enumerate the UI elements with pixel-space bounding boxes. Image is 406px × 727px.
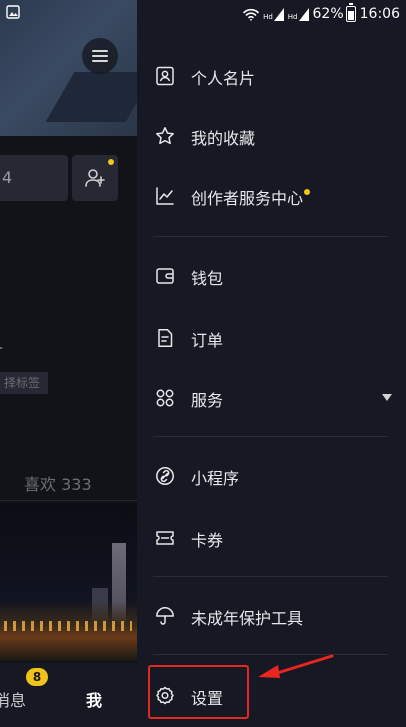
star-icon <box>156 127 174 145</box>
grid-flower-icon <box>156 389 174 407</box>
cover-graphic <box>45 72 137 122</box>
thumbnail-lights <box>4 621 132 631</box>
battery-percent: 62% <box>312 6 344 22</box>
menu-item-favorites[interactable]: 我的收藏 <box>137 110 406 162</box>
menu-label-minor-protection: 未成年保护工具 <box>191 609 304 628</box>
tab-likes[interactable]: 喜欢 333 <box>24 471 92 495</box>
menu-label-services: 服务 <box>191 391 224 410</box>
bio-text-fragment: - <box>0 340 3 356</box>
wifi-icon <box>243 8 259 21</box>
wallet-icon <box>156 268 174 284</box>
bottom-navigation: 消息 8 我 <box>0 663 137 727</box>
signal-1-indicator: Hd <box>263 7 284 21</box>
menu-label-business-card: 个人名片 <box>191 69 256 88</box>
ticket-icon <box>156 531 174 545</box>
gallery-notification-icon <box>6 5 20 19</box>
edit-profile-label-fragment: 4 <box>2 168 13 187</box>
annotation-arrow <box>258 654 334 678</box>
select-tag-chip[interactable]: 择标签 <box>0 372 49 394</box>
menu-item-services[interactable]: 服务 <box>137 372 406 424</box>
order-doc-icon <box>158 329 173 347</box>
notification-dot <box>108 159 114 165</box>
add-user-icon <box>85 169 105 187</box>
divider-2 <box>153 436 388 437</box>
menu-item-wallet[interactable]: 钱包 <box>137 250 406 302</box>
menu-label-creator-center: 创作者服务中心 <box>191 185 311 209</box>
annotation-highlight-box <box>148 665 249 719</box>
menu-item-business-card[interactable]: 个人名片 <box>137 50 406 102</box>
signal-1-icon <box>273 7 284 21</box>
signal-2-label: Hd <box>287 12 298 21</box>
menu-label-wallet: 钱包 <box>191 269 224 288</box>
thumbnail-cityscape <box>0 601 137 661</box>
signal-2-indicator: Hd <box>287 7 309 21</box>
menu-label-orders: 订单 <box>191 331 224 350</box>
menu-label-favorites: 我的收藏 <box>191 129 256 148</box>
divider-1 <box>153 236 388 237</box>
status-bar: Hd Hd 62% 16:06 <box>0 0 406 28</box>
profile-page-background: 4 - 择标签 喜欢 333 消息 8 我 <box>0 0 137 727</box>
menu-label-coupons: 卡券 <box>191 531 224 550</box>
video-thumbnail[interactable] <box>0 503 137 661</box>
nav-me[interactable]: 我 <box>86 687 102 711</box>
nav-messages[interactable]: 消息 <box>0 687 26 711</box>
chevron-down-icon <box>382 394 392 401</box>
side-drawer: 个人名片 我的收藏 创作者服务中心 钱包 订单 服务 小程序 卡券 未成年保护工… <box>137 28 406 727</box>
hamburger-menu-button[interactable] <box>82 38 118 74</box>
menu-item-mini-programs[interactable]: 小程序 <box>137 450 406 502</box>
messages-badge: 8 <box>26 668 48 686</box>
hamburger-icon <box>92 50 108 62</box>
menu-label-creator-center-text: 创作者服务中心 <box>191 189 304 208</box>
trend-chart-icon <box>156 187 174 205</box>
link-icon <box>156 467 174 485</box>
signal-2-icon <box>298 7 309 21</box>
add-friend-button[interactable] <box>72 155 118 201</box>
battery-icon <box>345 3 356 22</box>
new-indicator-dot <box>304 189 311 195</box>
id-card-icon <box>156 66 174 86</box>
tab-divider <box>0 500 137 501</box>
clock: 16:06 <box>359 6 400 22</box>
edit-profile-button[interactable]: 4 <box>0 155 68 201</box>
menu-label-mini-programs: 小程序 <box>191 469 240 488</box>
signal-1-label: Hd <box>263 12 273 21</box>
menu-item-creator-center[interactable]: 创作者服务中心 <box>137 170 406 222</box>
umbrella-icon <box>156 607 174 625</box>
menu-item-orders[interactable]: 订单 <box>137 312 406 364</box>
divider-3 <box>153 576 388 577</box>
menu-item-minor-protection[interactable]: 未成年保护工具 <box>137 590 406 642</box>
menu-item-coupons[interactable]: 卡券 <box>137 512 406 564</box>
